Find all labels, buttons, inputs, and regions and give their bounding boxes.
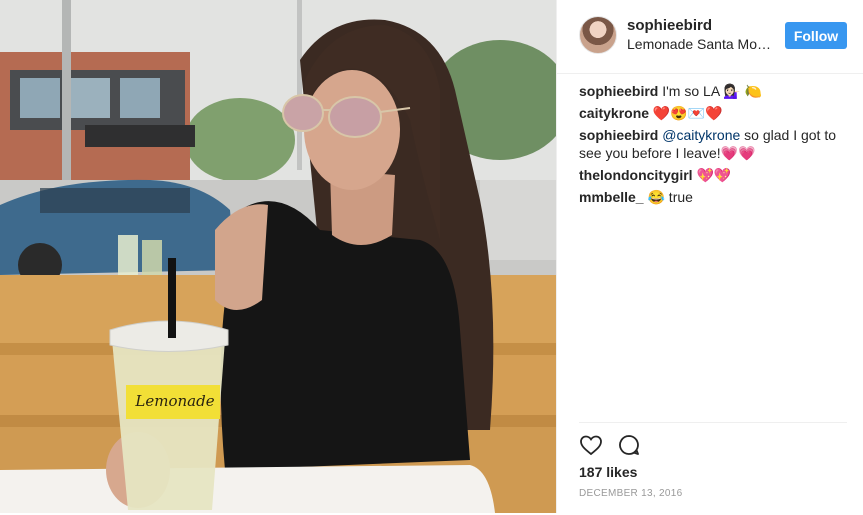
comment: sophieebird @caitykrone so glad I got to… bbox=[579, 126, 849, 162]
comments-list: sophieebird I'm so LA 💁🏻‍♀️ 🍋 caitykrone… bbox=[579, 82, 849, 210]
comment-text: 😂 true bbox=[643, 189, 693, 205]
comment-mention[interactable]: @caitykrone bbox=[662, 127, 740, 143]
comment: mmbelle_ 😂 true bbox=[579, 188, 849, 206]
comment-username[interactable]: mmbelle_ bbox=[579, 189, 644, 205]
photo-scene bbox=[0, 0, 556, 513]
post-date[interactable]: DECEMBER 13, 2016 bbox=[579, 488, 682, 499]
post-photo[interactable]: Lemonade bbox=[0, 0, 556, 513]
comment: thelondoncitygirl 💖💖 bbox=[579, 166, 849, 184]
cup-label: Lemonade bbox=[135, 392, 215, 410]
post-location[interactable]: Lemonade Santa Monica bbox=[627, 36, 772, 52]
avatar[interactable] bbox=[579, 16, 617, 54]
comment-username[interactable]: sophieebird bbox=[579, 83, 658, 99]
heart-outline-icon[interactable] bbox=[579, 433, 605, 459]
comment: sophieebird I'm so LA 💁🏻‍♀️ 🍋 bbox=[579, 82, 849, 100]
post-header: sophieebird Lemonade Santa Monica Follow bbox=[557, 0, 863, 74]
comment-username[interactable]: thelondoncitygirl bbox=[579, 167, 693, 183]
likes-count[interactable]: 187 likes bbox=[579, 464, 637, 480]
comment-text: ❤️😍💌❤️ bbox=[649, 105, 723, 121]
comment-bubble-icon[interactable] bbox=[617, 433, 643, 459]
comment-username[interactable]: sophieebird bbox=[579, 127, 658, 143]
post-actions: 187 likes DECEMBER 13, 2016 bbox=[579, 422, 847, 515]
comment: caitykrone ❤️😍💌❤️ bbox=[579, 104, 849, 122]
comment-text: 💖💖 bbox=[692, 167, 732, 183]
post-username[interactable]: sophieebird bbox=[627, 17, 712, 34]
comment-username[interactable]: caitykrone bbox=[579, 105, 649, 121]
post-sidebar: sophieebird Lemonade Santa Monica Follow… bbox=[556, 0, 863, 513]
comment-text: I'm so LA 💁🏻‍♀️ 🍋 bbox=[658, 83, 763, 99]
follow-button[interactable]: Follow bbox=[785, 22, 847, 49]
